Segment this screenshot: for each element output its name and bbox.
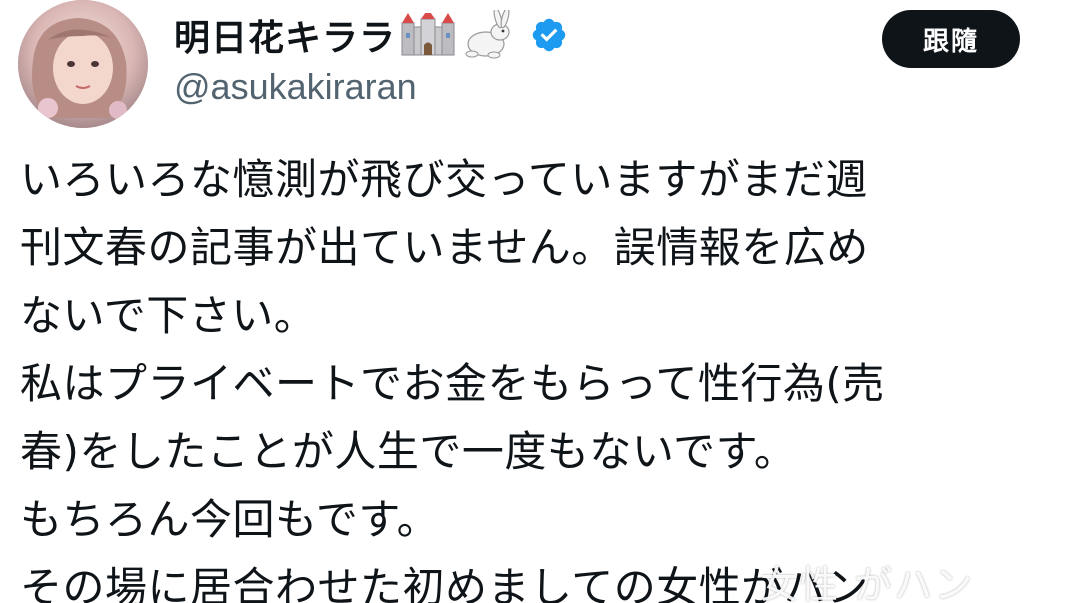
name-row: 明日花キララ [174, 8, 568, 62]
display-name[interactable]: 明日花キララ [174, 9, 396, 61]
tweet-line: 春)をしたことが人生で一度もないです。 [20, 427, 797, 476]
follow-button[interactable]: 跟隨 [882, 10, 1020, 68]
rabbit-icon [460, 10, 516, 60]
tweet-line: いろいろな憶測が飛び交っていますがまだ週 [20, 155, 868, 204]
tweet-line: もちろん今回もです。 [20, 495, 440, 544]
verified-badge-icon [530, 16, 568, 54]
tweet-line: 私はプライベートでお金をもらって性行為(売 [20, 359, 885, 408]
user-handle[interactable]: @asukakiraran [174, 66, 417, 108]
tweet-card: 明日花キララ @asukakiraran 跟隨 いろいろな憶測が飛び交っています… [0, 0, 1080, 603]
avatar[interactable] [18, 0, 148, 128]
castle-icon [400, 13, 456, 57]
tweet-text: いろいろな憶測が飛び交っていますがまだ週 刊文春の記事が出ていません。誤情報を広… [20, 146, 1070, 603]
avatar-image [18, 0, 148, 128]
tweet-line: ないで下さい。 [20, 291, 317, 340]
tweet-line: その場に居合わせた初めましての女性がハン [20, 563, 869, 603]
tweet-line: 刊文春の記事が出ていません。誤情報を広め [20, 223, 869, 272]
